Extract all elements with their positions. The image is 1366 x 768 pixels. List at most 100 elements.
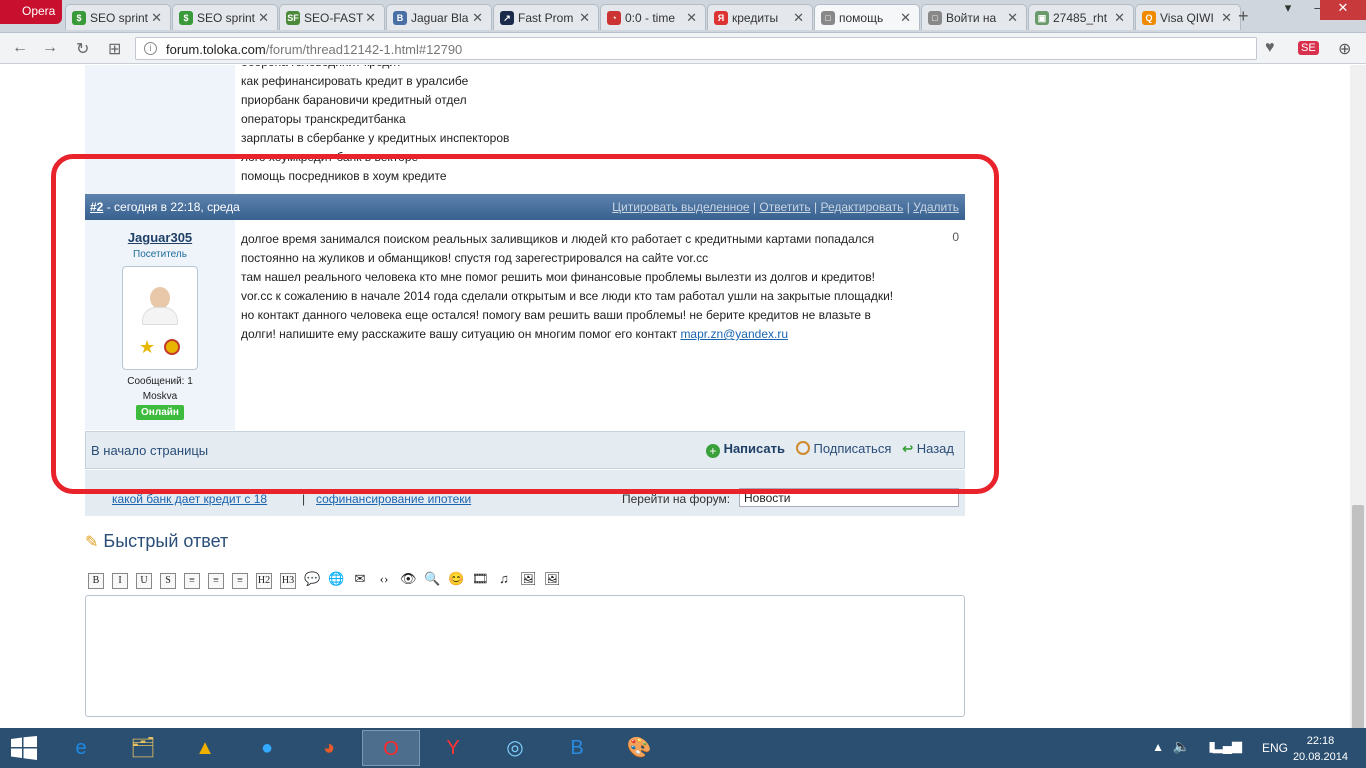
volume-icon[interactable]: 🔈 bbox=[1173, 738, 1190, 755]
new-tab-button[interactable]: + bbox=[1238, 6, 1249, 27]
page-scrollbar[interactable] bbox=[1350, 65, 1366, 745]
taskbar-app-icon[interactable]: ◎ bbox=[486, 730, 544, 766]
toolbar-button-icon[interactable]: 💬 bbox=[304, 572, 320, 588]
toolbar-button-icon[interactable]: 👁 bbox=[400, 572, 417, 588]
tab-close-icon[interactable]: ✕ bbox=[365, 10, 376, 26]
download-icon[interactable]: ⊕ bbox=[1338, 39, 1351, 59]
windows-taskbar: e 🗂 ▲ ● ◕ O Y ◎ B 🎨 ▲ 🔈 ▮ ▂▄▆ ENG 22:18 20.08.2014 bbox=[0, 728, 1366, 768]
previous-post-line: зарплаты в сбербанке у кредитных инспект… bbox=[241, 131, 510, 145]
tab-close-icon[interactable]: ✕ bbox=[151, 10, 162, 26]
tab-close-icon[interactable]: ✕ bbox=[1007, 10, 1018, 26]
toolbar-button-icon[interactable]: ≡ bbox=[184, 573, 200, 589]
scrollbar-thumb[interactable] bbox=[1352, 505, 1364, 745]
toolbar-button-icon[interactable]: S bbox=[160, 573, 176, 589]
dropdown-icon[interactable]: ▾ bbox=[1273, 0, 1303, 20]
tab-close-icon[interactable]: ✕ bbox=[1221, 10, 1232, 26]
toolbar-button-icon[interactable]: H3 bbox=[280, 573, 296, 589]
browser-tab[interactable]: $ SEO sprint ✕ bbox=[172, 4, 278, 30]
windows-start-icon[interactable] bbox=[10, 736, 38, 760]
toolbar-button-icon[interactable]: 🔍 bbox=[424, 572, 440, 588]
quick-reply-title-text: Быстрый ответ bbox=[103, 531, 229, 551]
forward-icon[interactable]: → bbox=[42, 39, 58, 57]
taskbar-app-icon[interactable]: e bbox=[52, 730, 110, 766]
tab-close-icon[interactable]: ✕ bbox=[900, 10, 911, 26]
tab-favicon-icon: B bbox=[393, 11, 407, 25]
taskbar-app-icon[interactable]: B bbox=[548, 730, 606, 766]
tab-label: SEO sprint bbox=[197, 11, 256, 25]
toolbar-button-icon[interactable]: 🖼 bbox=[520, 572, 537, 588]
toolbar-button-icon[interactable]: 🖼 bbox=[544, 572, 561, 588]
tab-close-icon[interactable]: ✕ bbox=[793, 10, 804, 26]
browser-tab[interactable]: Якредиты ✕ bbox=[707, 4, 813, 30]
language-indicator[interactable]: ENG bbox=[1262, 741, 1288, 755]
browser-tab[interactable]: □ Войти на ✕ bbox=[921, 4, 1027, 30]
clock[interactable]: 22:18 20.08.2014 bbox=[1293, 733, 1348, 765]
taskbar-app-icon[interactable]: 🎨 bbox=[610, 730, 668, 766]
taskbar-app-icon[interactable]: O bbox=[362, 730, 420, 766]
page-content: оборона головодинит кредит как рефинансир… bbox=[0, 65, 1350, 728]
tab-close-icon[interactable]: ✕ bbox=[686, 10, 697, 26]
speed-dial-icon[interactable]: ⊞ bbox=[108, 39, 121, 59]
toolbar-button-icon[interactable]: B bbox=[88, 573, 104, 589]
toolbar-button-icon[interactable]: 😊 bbox=[448, 572, 464, 588]
taskbar-app-icon[interactable]: 🗂 bbox=[114, 730, 172, 766]
toolbar-button-icon[interactable]: ≡ bbox=[232, 573, 248, 589]
tab-label: SEO sprint bbox=[90, 11, 149, 25]
nav-separator: | bbox=[302, 492, 306, 506]
tab-close-icon[interactable]: ✕ bbox=[579, 10, 590, 26]
back-icon[interactable]: ← bbox=[12, 39, 28, 57]
toolbar-button-icon[interactable]: U bbox=[136, 573, 152, 589]
toolbar-button-icon[interactable]: ≡ bbox=[208, 573, 224, 589]
taskbar-app-icon[interactable]: ◕ bbox=[300, 730, 358, 766]
tab-label: Fast Prom bbox=[518, 11, 574, 25]
toolbar-button-icon[interactable]: ✉ bbox=[352, 572, 368, 588]
next-thread-link[interactable]: софинансирование ипотеки bbox=[316, 492, 471, 506]
tab-label: Visa QIWI bbox=[1160, 11, 1214, 25]
toolbar-button-icon[interactable]: 🎞 bbox=[472, 572, 489, 588]
toolbar-button-icon[interactable]: ♫ bbox=[496, 572, 512, 588]
toolbar-button-icon[interactable]: I bbox=[112, 573, 128, 589]
url-path: /forum/thread12142-1.html#12790 bbox=[265, 42, 463, 57]
se-extension-icon[interactable]: SE bbox=[1298, 41, 1319, 55]
browser-tab[interactable]: ▣ 27485_rht ✕ bbox=[1028, 4, 1134, 30]
previous-post-line: как рефинансировать кредит в уралсибе bbox=[241, 74, 469, 88]
tab-close-icon[interactable]: ✕ bbox=[258, 10, 269, 26]
toolbar-button-icon[interactable]: 🌐 bbox=[328, 572, 344, 588]
tab-favicon-icon: ▣ bbox=[1035, 11, 1049, 25]
browser-tab[interactable]: ↗ Fast Prom ✕ bbox=[493, 4, 599, 30]
taskbar-app-icon[interactable]: ● bbox=[238, 730, 296, 766]
tab-label: кредиты bbox=[732, 11, 779, 25]
tab-close-icon[interactable]: ✕ bbox=[472, 10, 483, 26]
browser-tab[interactable]: □ помощь ✕ bbox=[814, 4, 920, 30]
taskbar-app-icon[interactable]: ▲ bbox=[176, 730, 234, 766]
taskbar-app-icon[interactable]: Y bbox=[424, 730, 482, 766]
url-input[interactable]: i forum.toloka.com/forum/thread12142-1.h… bbox=[135, 37, 1257, 60]
prev-thread-link[interactable]: какой банк дает кредит с 18 bbox=[112, 492, 267, 506]
quick-reply-title: ✎ Быстрый ответ bbox=[85, 531, 228, 552]
clock-date: 20.08.2014 bbox=[1292, 751, 1348, 763]
heart-icon[interactable]: ♥ bbox=[1265, 39, 1275, 57]
browser-tab[interactable]: B Jaguar Bla ✕ bbox=[386, 4, 492, 30]
tab-label: 0:0 - time bbox=[625, 11, 676, 25]
browser-tab[interactable]: Q Visa QIWI ✕ bbox=[1135, 4, 1241, 30]
signal-icon[interactable]: ▂▄▆ bbox=[1213, 738, 1242, 754]
close-window-icon[interactable]: ✕ bbox=[1320, 0, 1366, 20]
tab-label: SEO-FAST bbox=[304, 11, 364, 25]
reload-icon[interactable]: ↻ bbox=[76, 39, 89, 59]
info-icon[interactable]: i bbox=[144, 42, 157, 55]
opera-menu-button[interactable]: Opera bbox=[0, 0, 62, 24]
browser-tab[interactable]: SF SEO-FAST ✕ bbox=[279, 4, 385, 30]
browser-tab[interactable]: $ SEO sprint ✕ bbox=[65, 4, 171, 30]
toolbar-button-icon[interactable]: ‹› bbox=[376, 572, 392, 588]
tab-label: Войти на bbox=[946, 11, 997, 25]
browser-tab[interactable]: ◔ 0:0 - time ✕ bbox=[600, 4, 706, 30]
address-bar: ← → ↻ ⊞ i forum.toloka.com/forum/thread1… bbox=[0, 33, 1366, 64]
tab-favicon-icon: ↗ bbox=[500, 11, 514, 25]
previous-post-line: приорбанк барановичи кредитный отдел bbox=[241, 93, 467, 107]
tab-close-icon[interactable]: ✕ bbox=[1114, 10, 1125, 26]
quick-reply-textarea[interactable] bbox=[85, 595, 965, 717]
toolbar-button-icon[interactable]: H2 bbox=[256, 573, 272, 589]
tray-arrow-icon[interactable]: ▲ bbox=[1152, 740, 1164, 754]
tab-favicon-icon: Я bbox=[714, 11, 728, 25]
clock-time: 22:18 bbox=[1306, 735, 1335, 747]
